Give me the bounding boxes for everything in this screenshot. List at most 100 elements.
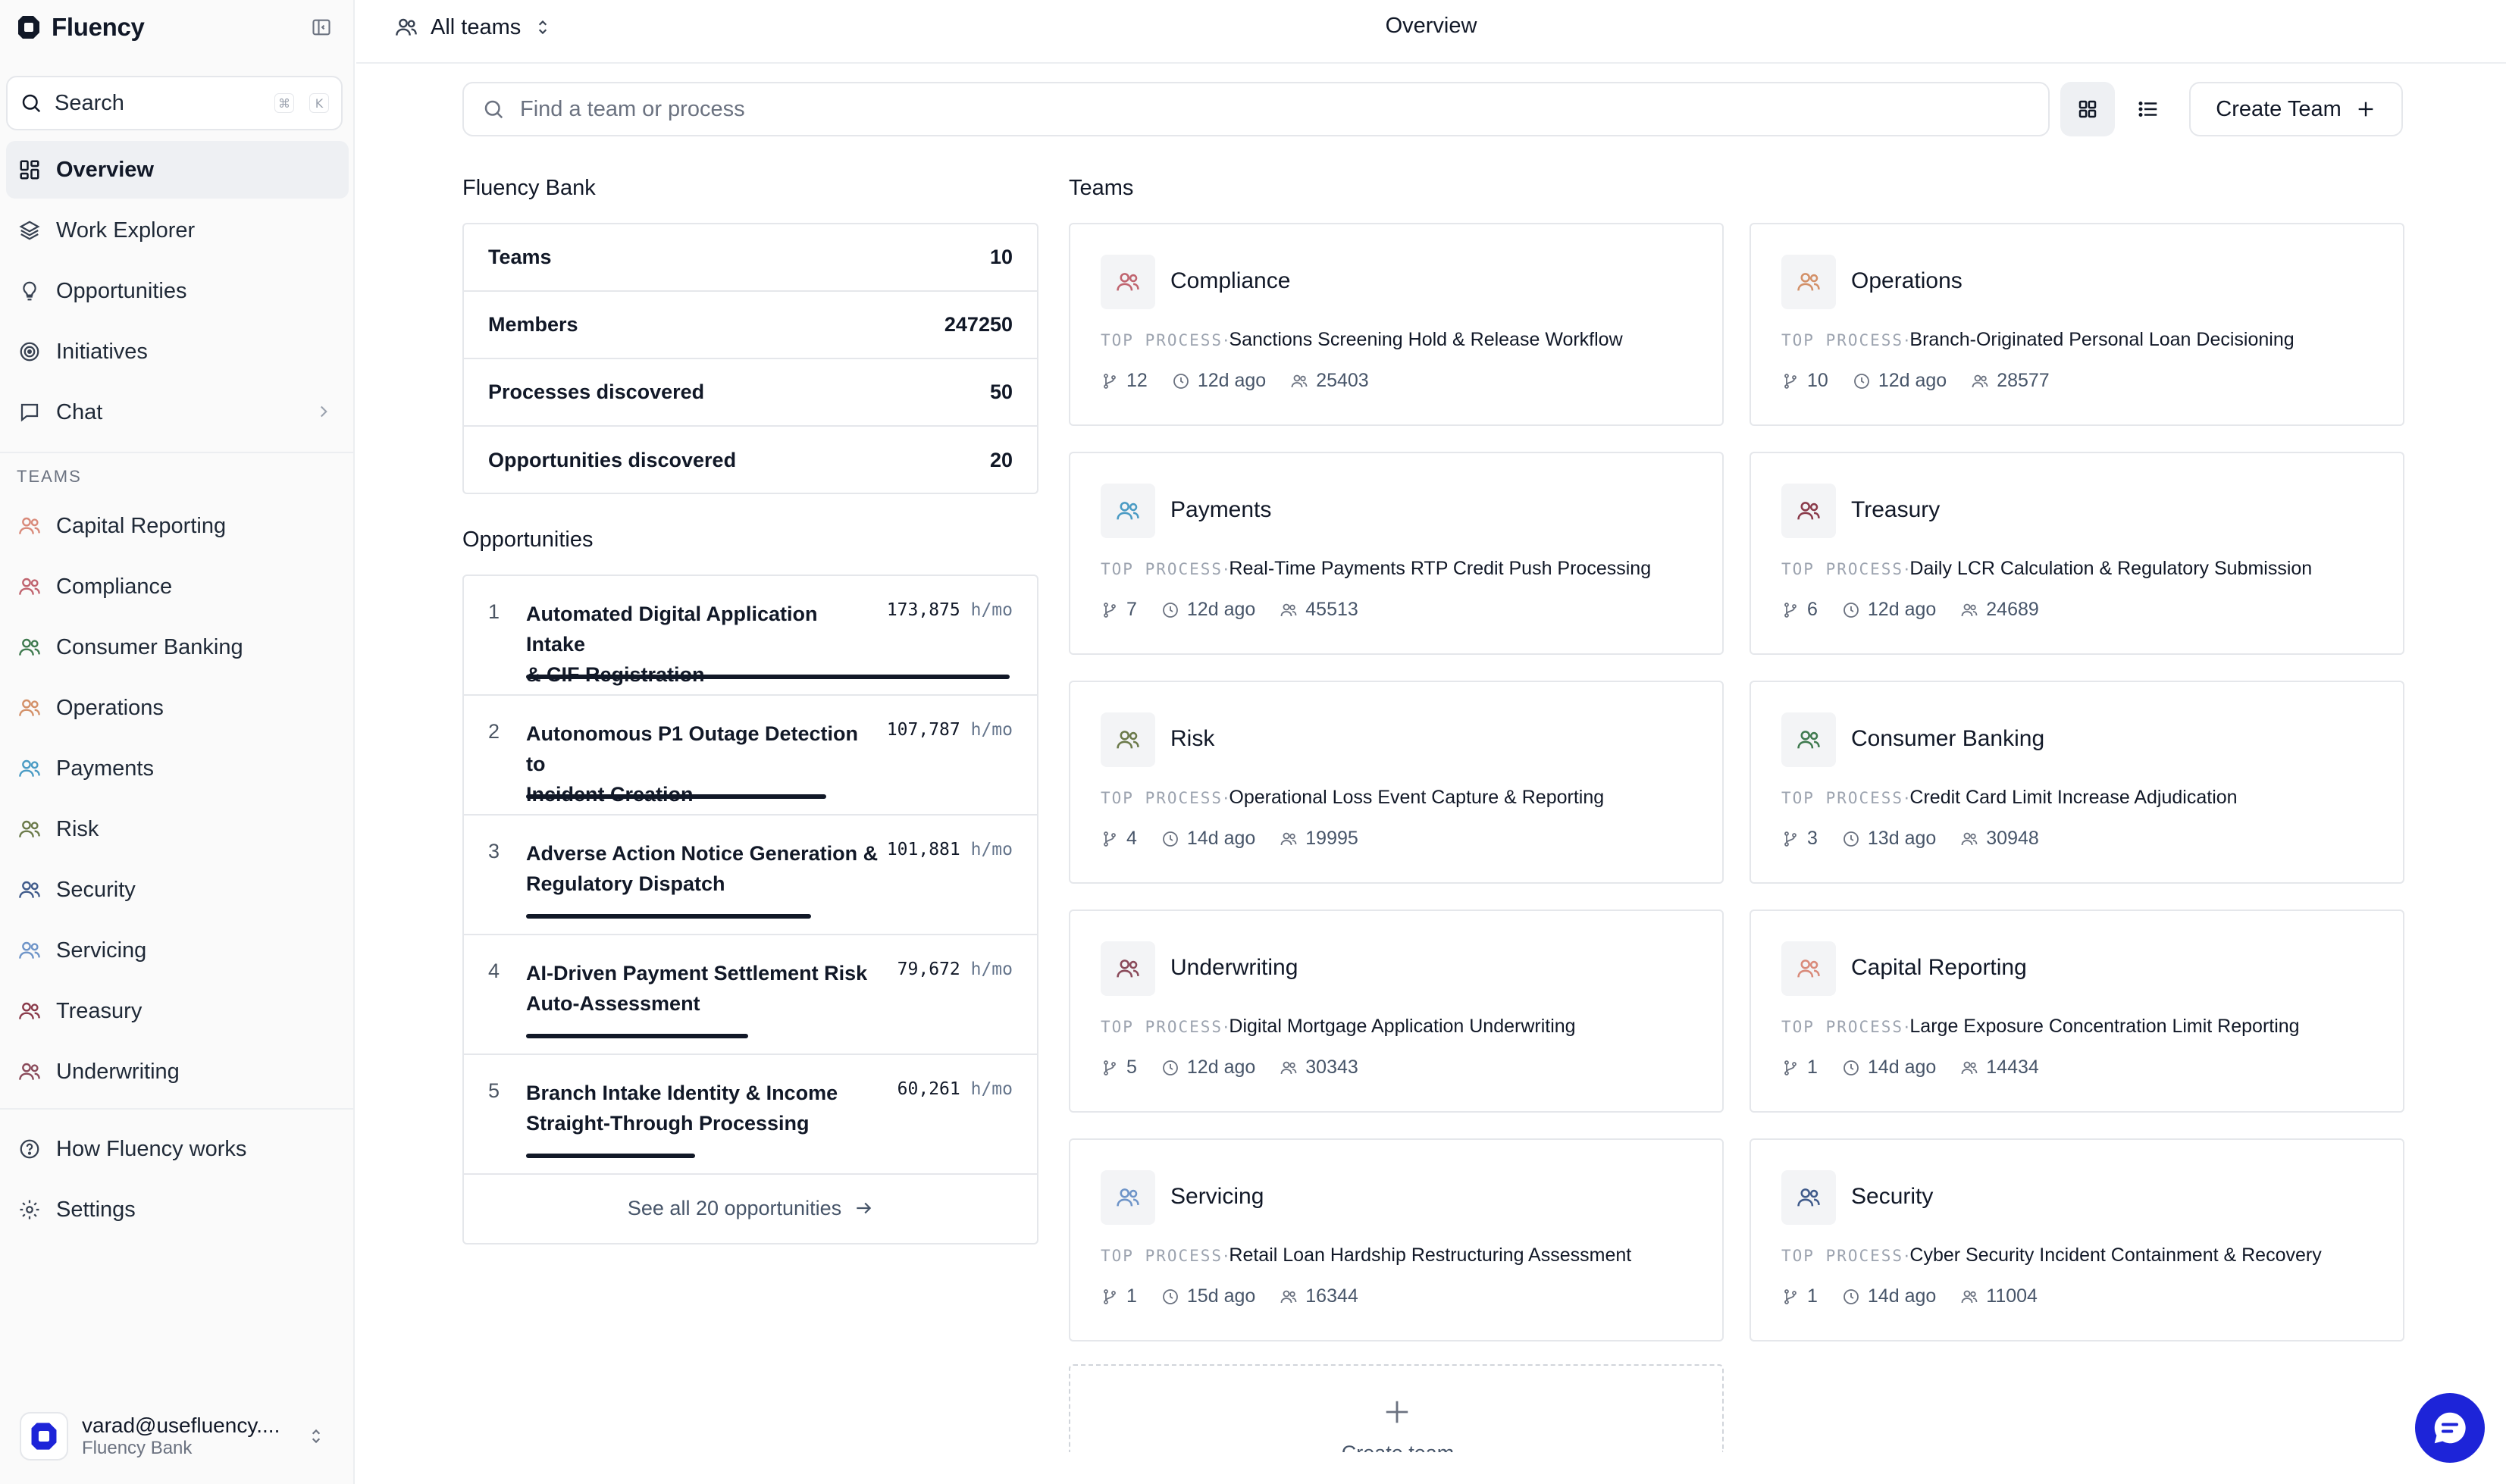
team-card-meta: 1 14d ago 11004 bbox=[1781, 1285, 2051, 1307]
sidebar-team-security[interactable]: Security bbox=[6, 859, 347, 920]
top-process-label: TOP PROCESS bbox=[1781, 331, 1904, 349]
sidebar-team-treasury[interactable]: Treasury bbox=[6, 981, 347, 1041]
sidebar-team-servicing[interactable]: Servicing bbox=[6, 920, 347, 981]
top-process-label: TOP PROCESS bbox=[1101, 560, 1223, 578]
users-icon bbox=[1961, 1290, 1978, 1303]
team-card-treasury[interactable]: Treasury TOP PROCESS·Daily LCR Calculati… bbox=[1750, 452, 2404, 655]
opportunity-row[interactable]: 4 AI-Driven Payment Settlement Risk Auto… bbox=[464, 935, 1037, 1055]
opportunity-unit: h/mo bbox=[970, 600, 1013, 620]
team-card-meta: 12 12d ago 25403 bbox=[1101, 370, 1383, 392]
users-icon bbox=[17, 513, 42, 539]
opportunity-row[interactable]: 1 Automated Digital Application Intake &… bbox=[464, 576, 1037, 696]
opportunity-row[interactable]: 2 Autonomous P1 Outage Detection to Inci… bbox=[464, 696, 1037, 816]
opportunity-impact-bar bbox=[526, 914, 811, 919]
clock-icon bbox=[1173, 373, 1189, 389]
opportunity-impact-bar bbox=[526, 794, 826, 799]
sidebar-team-underwriting[interactable]: Underwriting bbox=[6, 1041, 347, 1102]
team-card-servicing[interactable]: Servicing TOP PROCESS·Retail Loan Hardsh… bbox=[1069, 1138, 1724, 1342]
team-process-search[interactable] bbox=[462, 82, 2050, 136]
sidebar-team-operations[interactable]: Operations bbox=[6, 678, 347, 738]
branch-icon bbox=[1104, 373, 1116, 389]
nav-label: Work Explorer bbox=[56, 218, 196, 243]
team-label: Payments bbox=[56, 756, 154, 781]
search-input[interactable] bbox=[520, 96, 2030, 122]
team-card-operations[interactable]: Operations TOP PROCESS·Branch-Originated… bbox=[1750, 223, 2404, 426]
stat-value: 10 bbox=[989, 246, 1013, 268]
stat-row-members: Members 247250 bbox=[464, 292, 1037, 359]
team-top-process: TOP PROCESS·Digital Mortgage Application… bbox=[1101, 1016, 1576, 1037]
users-icon bbox=[1961, 1061, 1978, 1074]
support-chat-button[interactable] bbox=[2415, 1393, 2485, 1463]
chevron-right-icon bbox=[320, 405, 327, 418]
team-card-name: Underwriting bbox=[1170, 955, 1298, 980]
opportunity-value: 79,672 bbox=[897, 960, 960, 979]
team-card-risk[interactable]: Risk TOP PROCESS·Operational Loss Event … bbox=[1069, 681, 1724, 884]
create-team-button[interactable]: Create Team bbox=[2189, 82, 2403, 136]
last-updated: 12d ago bbox=[1186, 1057, 1256, 1078]
sidebar-team-payments[interactable]: Payments bbox=[6, 738, 347, 799]
team-label: Underwriting bbox=[56, 1059, 180, 1084]
last-updated: 12d ago bbox=[1197, 370, 1267, 391]
team-card-capital-reporting[interactable]: Capital Reporting TOP PROCESS·Large Expo… bbox=[1750, 909, 2404, 1113]
member-count: 30343 bbox=[1305, 1057, 1358, 1078]
last-updated: 14d ago bbox=[1867, 1057, 1937, 1078]
opportunity-row[interactable]: 5 Branch Intake Identity & Income Straig… bbox=[464, 1055, 1037, 1175]
sidebar-team-risk[interactable]: Risk bbox=[6, 799, 347, 859]
page-title: Overview bbox=[1385, 14, 1477, 38]
team-top-process: TOP PROCESS·Sanctions Screening Hold & R… bbox=[1101, 329, 1623, 350]
nav-item-work-explorer[interactable]: Work Explorer bbox=[6, 202, 349, 259]
team-card-meta: 3 13d ago 30948 bbox=[1781, 828, 2053, 850]
process-count: 5 bbox=[1126, 1057, 1137, 1078]
account-switcher[interactable]: varad@usefluency.... Fluency Bank bbox=[11, 1404, 344, 1469]
nav-item-settings[interactable]: Settings bbox=[6, 1181, 347, 1238]
users-icon bbox=[1961, 832, 1978, 845]
brand[interactable]: Fluency bbox=[17, 11, 145, 44]
grid-view-button[interactable] bbox=[2060, 82, 2115, 136]
sidebar-search[interactable]: Search ⌘ K bbox=[6, 76, 343, 130]
clock-icon bbox=[1843, 602, 1859, 618]
team-card-compliance[interactable]: Compliance TOP PROCESS·Sanctions Screeni… bbox=[1069, 223, 1724, 426]
team-label: Risk bbox=[56, 816, 99, 841]
team-card-meta: 1 15d ago 16344 bbox=[1101, 1285, 1372, 1307]
opportunity-title: AI-Driven Payment Settlement Risk Auto-A… bbox=[526, 958, 882, 1019]
team-card-underwriting[interactable]: Underwriting TOP PROCESS·Digital Mortgag… bbox=[1069, 909, 1724, 1113]
sidebar-team-consumer-banking[interactable]: Consumer Banking bbox=[6, 617, 347, 678]
process-count: 3 bbox=[1807, 828, 1818, 849]
branch-icon bbox=[1784, 831, 1796, 847]
team-card-security[interactable]: Security TOP PROCESS·Cyber Security Inci… bbox=[1750, 1138, 2404, 1342]
team-top-process: TOP PROCESS·Credit Card Limit Increase A… bbox=[1781, 787, 2238, 808]
users-icon bbox=[1280, 603, 1297, 616]
sidebar-toggle-icon bbox=[312, 19, 330, 36]
arrow-right-icon bbox=[857, 1202, 872, 1214]
collapse-sidebar-button[interactable] bbox=[309, 15, 334, 39]
nav-item-initiatives[interactable]: Initiatives bbox=[6, 323, 349, 380]
see-all-opportunities-link[interactable]: See all 20 opportunities bbox=[464, 1175, 1037, 1241]
team-card-name: Operations bbox=[1851, 268, 1963, 293]
opportunity-unit: h/mo bbox=[970, 840, 1013, 859]
users-icon bbox=[17, 938, 42, 963]
opportunity-value: 107,787 bbox=[886, 720, 960, 740]
opportunity-row[interactable]: 3 Adverse Action Notice Generation & Reg… bbox=[464, 816, 1037, 935]
nav-item-opportunities[interactable]: Opportunities bbox=[6, 262, 349, 320]
clock-icon bbox=[1853, 373, 1869, 389]
top-process-name: Large Exposure Concentration Limit Repor… bbox=[1909, 1016, 2300, 1037]
last-updated: 14d ago bbox=[1186, 828, 1256, 849]
users-icon bbox=[17, 998, 42, 1024]
sidebar-team-compliance[interactable]: Compliance bbox=[6, 556, 347, 617]
team-label: Compliance bbox=[56, 574, 173, 599]
users-icon bbox=[1101, 255, 1155, 309]
teams-heading: Teams bbox=[1069, 176, 1134, 200]
list-view-button[interactable] bbox=[2121, 82, 2176, 136]
team-card-meta: 10 12d ago 28577 bbox=[1781, 370, 2063, 392]
member-count: 45513 bbox=[1305, 599, 1358, 620]
nav-item-how-fluency-works[interactable]: How Fluency works bbox=[6, 1120, 347, 1178]
team-card-payments[interactable]: Payments TOP PROCESS·Real-Time Payments … bbox=[1069, 452, 1724, 655]
nav-item-overview[interactable]: Overview bbox=[6, 141, 349, 199]
lightbulb-icon bbox=[17, 278, 42, 304]
create-team-card[interactable]: Create team bbox=[1069, 1364, 1724, 1452]
users-icon bbox=[1961, 603, 1978, 616]
sidebar-team-capital-reporting[interactable]: Capital Reporting bbox=[6, 496, 347, 556]
opportunity-title-line-1: Adverse Action Notice Generation & bbox=[526, 842, 879, 865]
nav-item-chat[interactable]: Chat bbox=[6, 384, 349, 441]
team-card-consumer-banking[interactable]: Consumer Banking TOP PROCESS·Credit Card… bbox=[1750, 681, 2404, 884]
